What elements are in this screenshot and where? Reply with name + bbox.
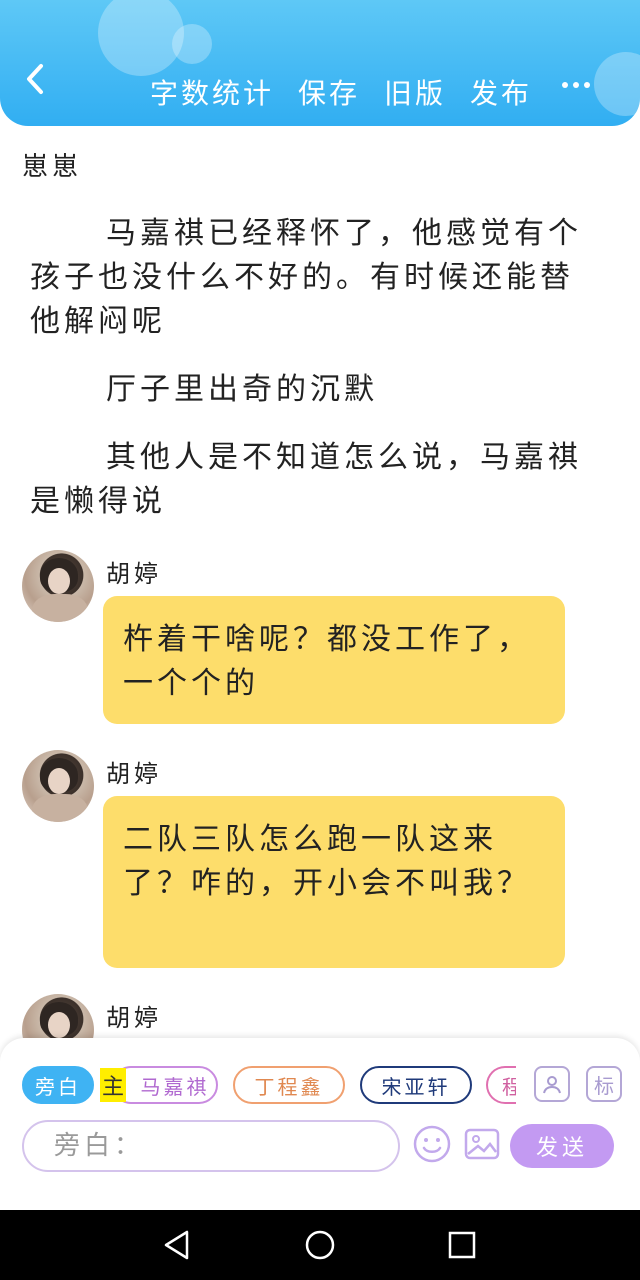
more-dots-icon[interactable] bbox=[562, 82, 590, 88]
publish-button[interactable]: 发布 bbox=[470, 74, 532, 114]
word-count-button[interactable]: 字数统计 bbox=[150, 74, 274, 114]
role-chip-narrator[interactable]: 旁白 bbox=[22, 1066, 94, 1104]
composer-panel: 旁白 主 马嘉祺 丁程鑫 宋亚轩 程 标 发送 bbox=[0, 1038, 640, 1210]
story-paragraph: 马嘉祺已经释怀了，他感觉有个孩子也没什么不好的。有时候还能替他解闷呢 bbox=[30, 216, 582, 339]
chevron-left-icon bbox=[27, 64, 43, 94]
role-chip-partial[interactable]: 程 bbox=[486, 1066, 516, 1104]
triangle-back-icon[interactable] bbox=[160, 1227, 196, 1263]
save-button[interactable]: 保存 bbox=[298, 74, 360, 114]
speaker-name: 胡婷 bbox=[106, 1004, 162, 1032]
decor-bubble-right bbox=[594, 52, 640, 116]
circle-home-icon[interactable] bbox=[302, 1227, 338, 1263]
speaker-name: 胡婷 bbox=[106, 560, 162, 588]
image-icon[interactable] bbox=[462, 1124, 502, 1164]
back-button[interactable] bbox=[18, 62, 52, 96]
role-chip-ding-chengxin[interactable]: 丁程鑫 bbox=[233, 1066, 345, 1104]
tag-button[interactable]: 标 bbox=[586, 1066, 622, 1102]
send-button[interactable]: 发送 bbox=[510, 1124, 614, 1168]
top-app-bar: 字数统计 保存 旧版 发布 bbox=[0, 0, 640, 126]
user-card-icon[interactable] bbox=[534, 1066, 570, 1102]
author-label: 崽崽 bbox=[22, 152, 83, 182]
message-bubble[interactable]: 杵着干啥呢？都没工作了，一个个的 bbox=[103, 596, 565, 724]
header-actions: 字数统计 保存 旧版 发布 bbox=[150, 74, 532, 114]
story-paragraph: 其他人是不知道怎么说，马嘉祺是懒得说 bbox=[30, 440, 582, 519]
system-nav-bar bbox=[0, 1210, 640, 1280]
avatar[interactable] bbox=[22, 750, 94, 822]
message-input[interactable] bbox=[22, 1120, 400, 1172]
square-recents-icon[interactable] bbox=[444, 1227, 480, 1263]
decor-bubble-small bbox=[172, 24, 212, 64]
avatar[interactable] bbox=[22, 994, 94, 1038]
story-paragraph: 厅子里出奇的沉默 bbox=[106, 372, 378, 407]
role-chip-ma-jiaqi[interactable]: 马嘉祺 bbox=[112, 1066, 218, 1104]
main-role-badge: 主 bbox=[100, 1068, 126, 1102]
message-bubble[interactable]: 二队三队怎么跑一队这来了？咋的，开小会不叫我？ bbox=[103, 796, 565, 968]
chat-message: 胡婷 杵着干啥呢？都没工作了，一个个的 bbox=[0, 550, 640, 730]
decor-bubble-large bbox=[98, 0, 184, 76]
smiley-icon[interactable] bbox=[412, 1124, 452, 1164]
chat-message: 胡婷 二队三队怎么跑一队这来了？咋的，开小会不叫我？ bbox=[0, 750, 640, 974]
old-version-button[interactable]: 旧版 bbox=[384, 74, 446, 114]
story-content[interactable]: 崽崽 马嘉祺已经释怀了，他感觉有个孩子也没什么不好的。有时候还能替他解闷呢 厅子… bbox=[0, 126, 640, 1038]
chat-message: 胡婷 bbox=[0, 994, 640, 1038]
avatar[interactable] bbox=[22, 550, 94, 622]
role-chip-song-yaxuan[interactable]: 宋亚轩 bbox=[360, 1066, 472, 1104]
speaker-name: 胡婷 bbox=[106, 760, 162, 788]
